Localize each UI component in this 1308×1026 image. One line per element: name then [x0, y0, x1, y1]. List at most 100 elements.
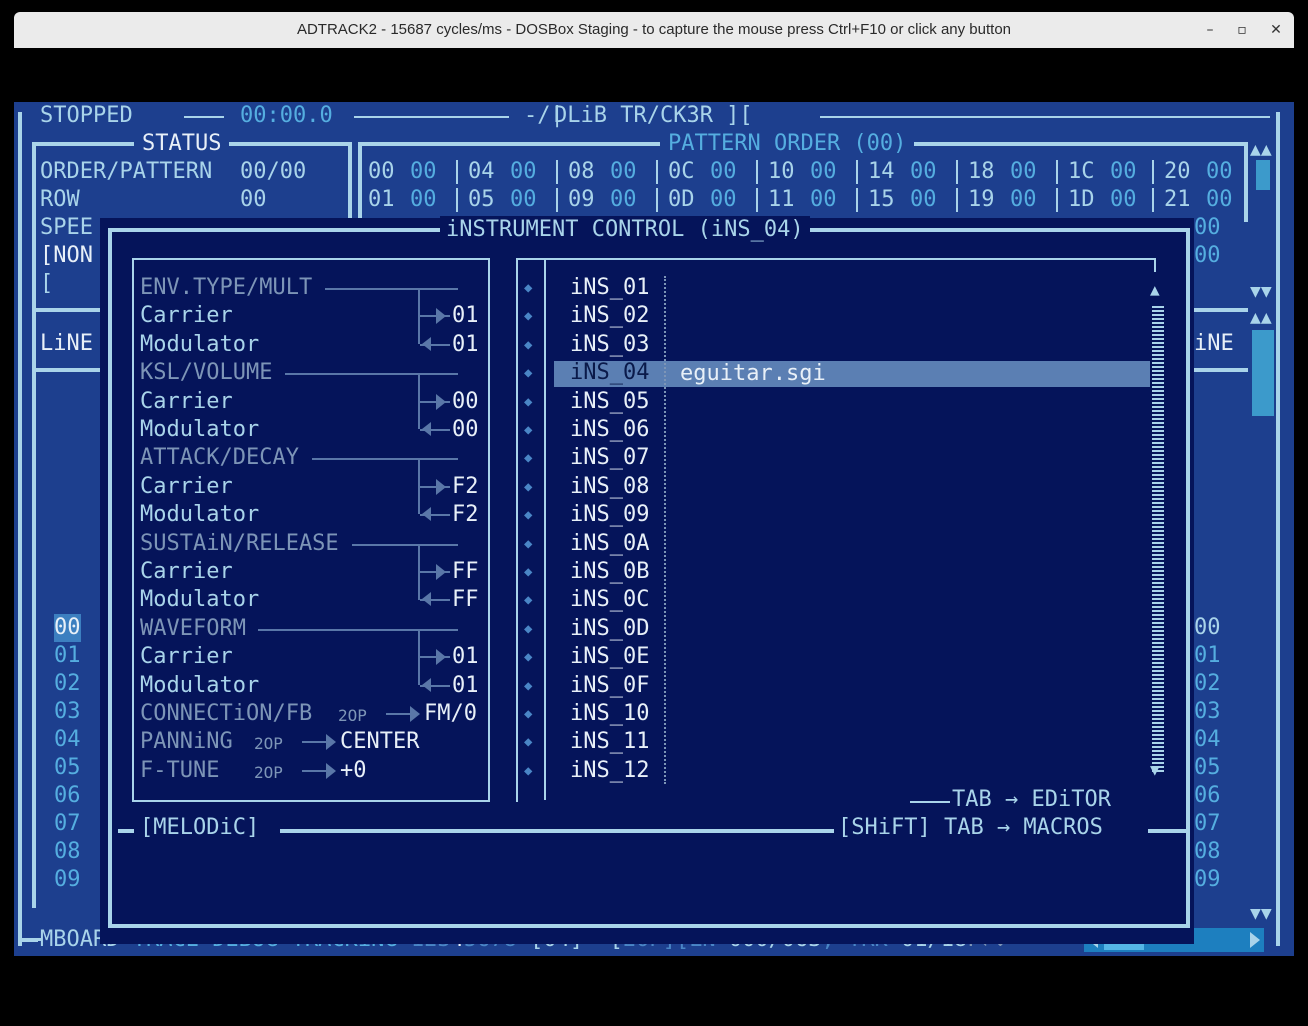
bottom-rule-a: [118, 829, 134, 833]
instrument-item[interactable]: iNS_0D: [570, 615, 649, 643]
order-index[interactable]: 05: [468, 186, 495, 214]
order-pattern[interactable]: 00: [610, 186, 637, 214]
order-pattern[interactable]: 00: [910, 186, 937, 214]
param-value[interactable]: 00: [452, 388, 479, 416]
scroll-right-icon[interactable]: [1250, 932, 1260, 948]
order-pattern[interactable]: 00: [410, 158, 437, 186]
order-index[interactable]: 11: [768, 186, 795, 214]
order-index[interactable]: 0C: [668, 158, 695, 186]
param-value[interactable]: 01: [452, 331, 479, 359]
bullet-icon: ◆: [524, 649, 533, 666]
order-divider: [1152, 160, 1154, 184]
param-value[interactable]: F2: [452, 501, 479, 529]
list-scroll-up-icon[interactable]: ▲: [1150, 280, 1160, 300]
param-label: Modulator: [140, 587, 260, 613]
param-value[interactable]: FF: [452, 558, 479, 586]
bullet-icon: ◆: [524, 706, 533, 722]
minimize-button[interactable]: –: [1200, 20, 1220, 40]
order-index[interactable]: 08: [568, 158, 595, 186]
order-index[interactable]: 1D: [1068, 186, 1095, 214]
connection-value[interactable]: FM/0: [424, 700, 477, 728]
param-value[interactable]: 01: [452, 643, 479, 671]
order-scroll-thumb[interactable]: [1256, 160, 1270, 190]
order-pattern[interactable]: 00: [1206, 158, 1233, 186]
maximize-button[interactable]: ▫: [1232, 20, 1252, 40]
ftune-value[interactable]: +0: [340, 757, 367, 785]
instrument-item[interactable]: iNS_0E: [570, 643, 649, 671]
instrument-item[interactable]: iNS_10: [570, 700, 649, 728]
instrument-item[interactable]: iNS_08: [570, 473, 649, 501]
instrument-item[interactable]: iNS_0F: [570, 672, 649, 700]
order-index[interactable]: 01: [368, 186, 395, 214]
instrument-item[interactable]: iNS_0A: [570, 530, 649, 558]
instrument-item[interactable]: iNS_01: [570, 274, 649, 302]
order-pattern[interactable]: 00: [810, 158, 837, 186]
mode-label[interactable]: [MELODiC]: [140, 814, 259, 842]
order-pattern[interactable]: 00: [1206, 186, 1233, 214]
param-value[interactable]: F2: [452, 473, 479, 501]
order-pattern[interactable]: 00: [510, 186, 537, 214]
param-value[interactable]: 00: [452, 416, 479, 444]
panning-value[interactable]: CENTER: [340, 728, 419, 756]
order-index[interactable]: 14: [868, 158, 895, 186]
instrument-item[interactable]: iNS_07: [570, 444, 649, 472]
instrument-item[interactable]: iNS_05: [570, 388, 649, 416]
order-index[interactable]: 1C: [1068, 158, 1095, 186]
param-label: Carrier: [140, 644, 233, 670]
instrument-item[interactable]: iNS_0C: [570, 586, 649, 614]
order-divider: [456, 188, 458, 212]
order-pattern[interactable]: 00: [710, 186, 737, 214]
order-index[interactable]: 10: [768, 158, 795, 186]
scroll-down-icon[interactable]: ▼▼: [1250, 278, 1272, 306]
order-index[interactable]: 19: [968, 186, 995, 214]
track-scrollbar[interactable]: ▲▲ ▼▼: [1248, 307, 1276, 924]
instrument-item[interactable]: iNS_02: [570, 302, 649, 330]
bullet-icon: ◆: [524, 507, 533, 524]
order-pattern-label: ORDER/PATTERN: [40, 159, 213, 184]
order-pattern[interactable]: 00: [710, 158, 737, 186]
order-index[interactable]: 09: [568, 186, 595, 214]
order-index[interactable]: 00: [368, 158, 395, 186]
order-index[interactable]: 04: [468, 158, 495, 186]
order-index[interactable]: 0D: [668, 186, 695, 214]
close-button[interactable]: ✕: [1266, 20, 1286, 40]
order-pattern[interactable]: 00: [1010, 186, 1037, 214]
order-pattern[interactable]: 00: [1110, 186, 1137, 214]
track-scroll-down-icon[interactable]: ▼▼: [1250, 900, 1272, 928]
bottom-rule-b: [280, 829, 834, 833]
param-value[interactable]: 01: [452, 302, 479, 330]
order-pattern[interactable]: 00: [1010, 158, 1037, 186]
order-index[interactable]: 20: [1164, 158, 1191, 186]
instrument-control-dialog[interactable]: iNSTRUMENT CONTROL (iNS_04) ENV.TYPE/MUL…: [100, 216, 1194, 944]
order-index[interactable]: 18: [968, 158, 995, 186]
list-scroll-down-icon[interactable]: ▼: [1150, 760, 1160, 780]
instrument-item[interactable]: iNS_09: [570, 501, 649, 529]
order-index[interactable]: 21: [1164, 186, 1191, 214]
dosbox-screen[interactable]: STOPPED 00:00.0 -/| DLiB TR/CK3R ][ STAT…: [14, 102, 1294, 956]
instrument-item[interactable]: iNS_12: [570, 757, 649, 785]
param-value[interactable]: FF: [452, 586, 479, 614]
dialog-title: iNSTRUMENT CONTROL (iNS_04): [440, 216, 810, 244]
instrument-item[interactable]: iNS_06: [570, 416, 649, 444]
list-scroll-track[interactable]: [1152, 304, 1164, 772]
order-pattern[interactable]: 00: [1110, 158, 1137, 186]
instrument-item[interactable]: iNS_04: [570, 359, 649, 387]
speed-label: SPEE: [40, 215, 93, 240]
order-pattern[interactable]: 00: [810, 186, 837, 214]
order-pattern[interactable]: 00: [910, 158, 937, 186]
order-pattern[interactable]: 00: [610, 158, 637, 186]
order-index[interactable]: 15: [868, 186, 895, 214]
param-value[interactable]: 01: [452, 672, 479, 700]
order-pattern[interactable]: 00: [410, 186, 437, 214]
track-scroll-thumb[interactable]: [1252, 330, 1274, 416]
param-connector: [311, 458, 458, 461]
list-scrollbar[interactable]: ▲ ▼: [1150, 280, 1166, 780]
instrument-item[interactable]: iNS_03: [570, 331, 649, 359]
instrument-item[interactable]: iNS_0B: [570, 558, 649, 586]
window-title: ADTRACK2 - 15687 cycles/ms - DOSBox Stag…: [296, 21, 1012, 38]
order-scrollbar[interactable]: ▲▲ ▼▼: [1248, 136, 1276, 302]
track-scroll-up-icon[interactable]: ▲▲: [1250, 304, 1272, 332]
param-label: Carrier: [140, 388, 233, 414]
order-pattern[interactable]: 00: [510, 158, 537, 186]
instrument-item[interactable]: iNS_11: [570, 728, 649, 756]
